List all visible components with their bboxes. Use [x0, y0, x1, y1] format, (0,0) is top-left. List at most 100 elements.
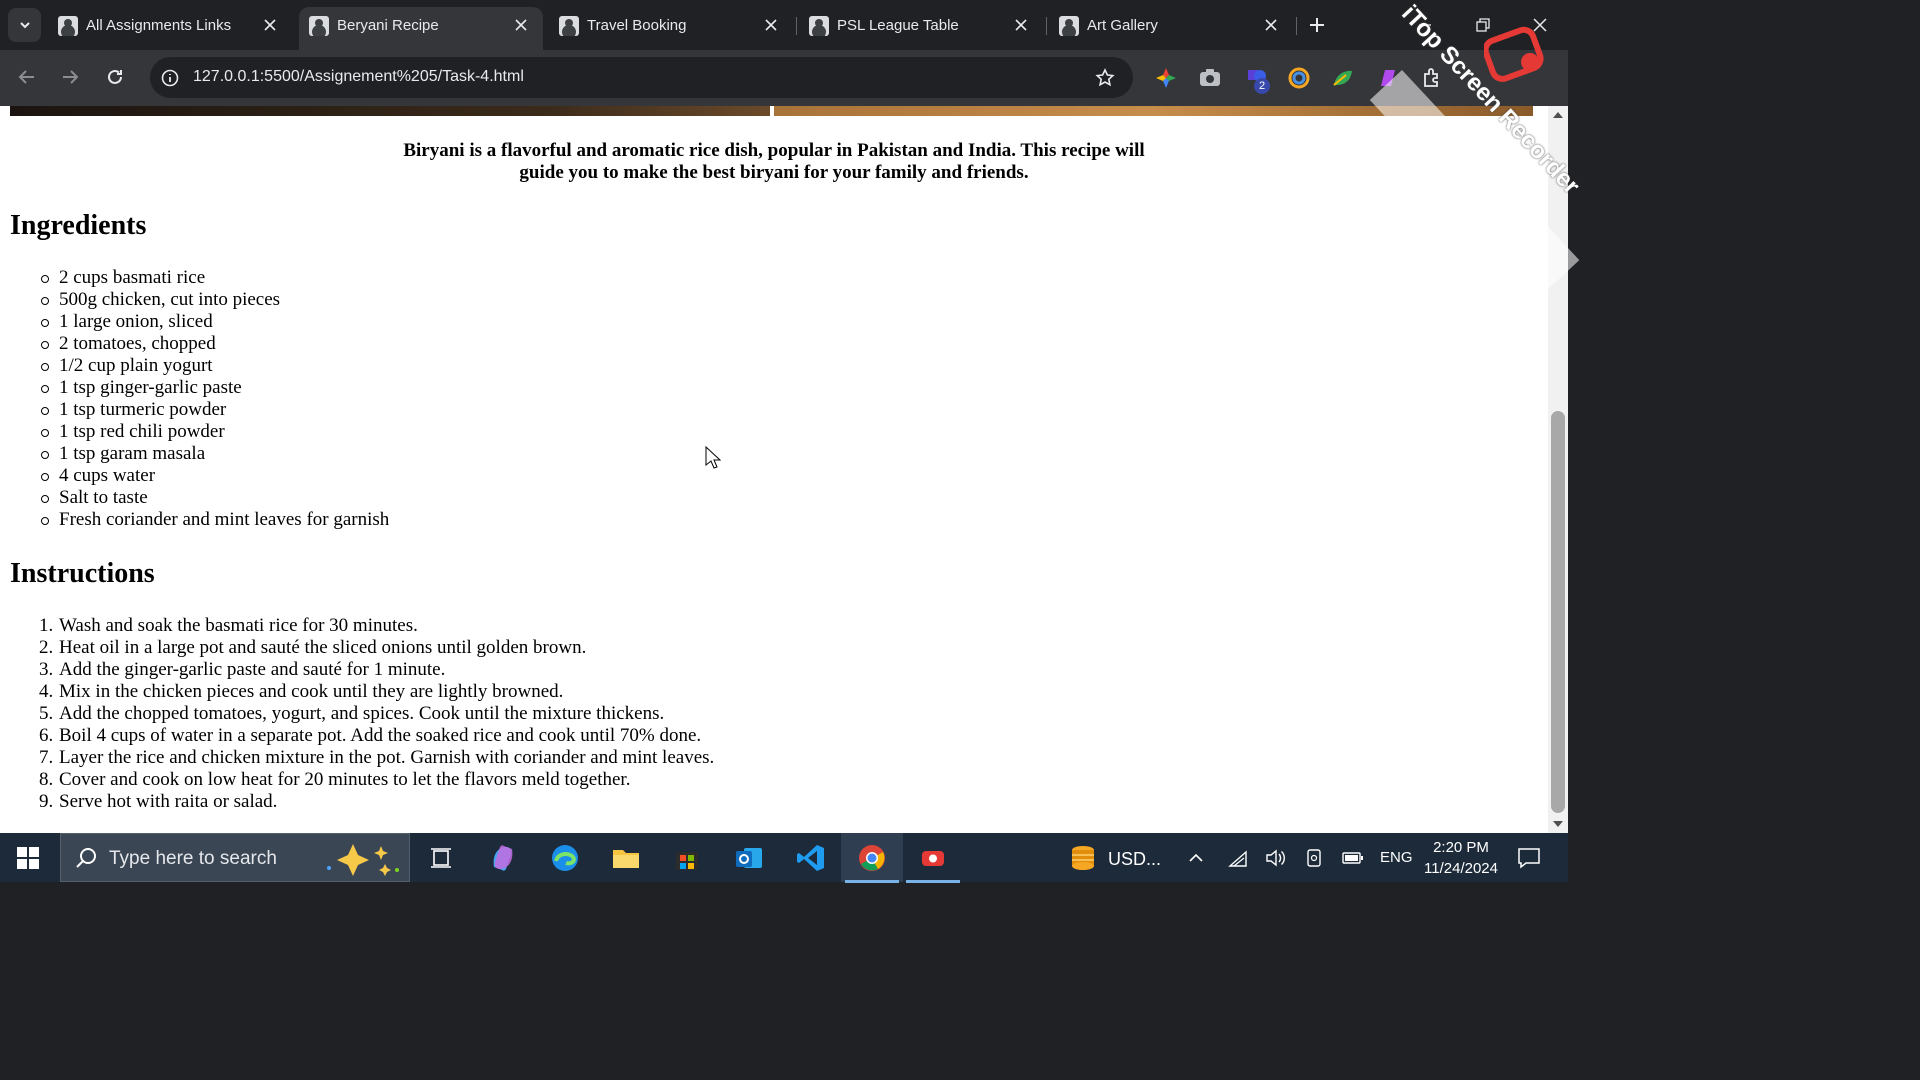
copilot-icon — [493, 845, 513, 871]
reload-icon — [108, 69, 122, 84]
tab-title: Travel Booking — [587, 17, 687, 34]
show-hidden-icons-button[interactable] — [1184, 846, 1208, 870]
ingredient-item: 2 cups basmati rice — [40, 267, 389, 289]
ingredient-item: Salt to taste — [40, 487, 389, 509]
info-icon[interactable] — [158, 66, 182, 90]
intro-paragraph: Biryani is a flavorful and aromatic rice… — [403, 140, 1145, 183]
notification-center-icon[interactable] — [1516, 845, 1542, 871]
outlook-app[interactable] — [732, 841, 766, 875]
vertical-scrollbar[interactable] — [1548, 106, 1568, 833]
camera-extension-icon[interactable] — [1198, 66, 1222, 90]
step-number: 4. — [39, 681, 54, 702]
language-indicator[interactable]: ENG — [1380, 849, 1413, 866]
volume-icon — [1266, 849, 1285, 867]
ingredient-item: 1/2 cup plain yogurt — [40, 355, 389, 377]
screen-recorder-app[interactable] — [906, 841, 960, 883]
outlook-icon — [736, 848, 762, 868]
arrow-right-icon — [63, 70, 79, 84]
volume-tray-button[interactable] — [1263, 846, 1287, 870]
close-tab-icon[interactable] — [1009, 13, 1033, 37]
biryani-image-right — [774, 106, 1533, 116]
back-button[interactable] — [12, 62, 42, 92]
network-tray-button[interactable] — [1226, 846, 1250, 870]
weather-widget[interactable]: USD... — [1066, 841, 1166, 875]
chevron-up-icon — [1189, 853, 1203, 862]
task-view-button[interactable] — [424, 841, 458, 875]
coins-icon — [1072, 846, 1094, 870]
instruction-step: 2. Heat oil in a large pot and sauté the … — [39, 637, 714, 659]
new-tab-button[interactable] — [1304, 12, 1330, 38]
instruction-step: 3. Add the ginger-garlic paste and sauté … — [39, 659, 714, 681]
leaf-extension-icon[interactable] — [1331, 66, 1355, 90]
step-number: 2. — [39, 637, 54, 658]
vscode-app[interactable] — [794, 841, 828, 875]
edge-app[interactable] — [548, 841, 582, 875]
clock[interactable]: 2:20 PM 11/24/2024 — [1416, 837, 1506, 879]
ingredient-item: 2 tomatoes, chopped — [40, 333, 389, 355]
address-bar[interactable]: 127.0.0.1:5500/Assignement%205/Task-4.ht… — [150, 57, 1133, 98]
ingredient-item: 1 large onion, sliced — [40, 311, 389, 333]
instruction-step: 6. Boil 4 cups of water in a separate pot… — [39, 725, 714, 747]
meet-now-tray-button[interactable] — [1302, 846, 1326, 870]
battery-tray-button[interactable] — [1341, 846, 1365, 870]
restore-icon — [1476, 18, 1490, 32]
tab-strip: All Assignments Links Beryani Recipe Tra… — [0, 0, 1568, 50]
favicon-icon — [559, 16, 579, 36]
instruction-step: 1. Wash and soak the basmati rice for 30 … — [39, 615, 714, 637]
edge-icon — [552, 845, 578, 871]
step-text: Add the chopped tomatoes, yogurt, and sp… — [59, 703, 665, 724]
copilot-app[interactable] — [486, 841, 520, 875]
chrome-icon — [859, 845, 885, 871]
bookmark-star-icon[interactable] — [1093, 66, 1117, 90]
instructions-heading: Instructions — [10, 558, 155, 589]
step-number: 1. — [39, 615, 54, 636]
plus-icon — [1310, 18, 1324, 32]
scroll-down-arrow-icon[interactable] — [1553, 821, 1563, 827]
puzzle-extensions-icon[interactable] — [1420, 66, 1444, 90]
restore-button[interactable] — [1470, 12, 1496, 38]
tab-travel-booking[interactable]: Travel Booking — [549, 7, 793, 50]
close-window-button[interactable] — [1527, 12, 1553, 38]
ingredient-item: 1 tsp red chili powder — [40, 421, 389, 443]
step-text: Cover and cook on low heat for 20 minute… — [59, 769, 631, 790]
close-tab-icon[interactable] — [258, 13, 282, 37]
store-icon — [676, 852, 698, 870]
ingredient-item: 1 tsp turmeric powder — [40, 399, 389, 421]
instruction-step: 7. Layer the rice and chicken mixture in … — [39, 747, 714, 769]
favicon-icon — [309, 16, 329, 36]
device-icon — [1307, 849, 1321, 867]
step-number: 5. — [39, 703, 54, 724]
step-number: 3. — [39, 659, 54, 680]
color-picker-extension-icon[interactable] — [1154, 66, 1178, 90]
scroll-up-arrow-icon[interactable] — [1553, 112, 1563, 118]
close-tab-icon[interactable] — [759, 13, 783, 37]
step-text: Heat oil in a large pot and sauté the sl… — [59, 637, 587, 658]
minimize-button[interactable] — [1412, 12, 1438, 38]
taskbar-search-box[interactable]: Type here to search — [60, 833, 410, 882]
chevron-down-icon — [19, 22, 30, 29]
tab-art-gallery[interactable]: Art Gallery — [1049, 7, 1293, 50]
chrome-app[interactable] — [845, 841, 899, 883]
file-explorer-app[interactable] — [609, 841, 643, 875]
gradient-extension-icon[interactable] — [1375, 66, 1399, 90]
tab-beryani-recipe[interactable]: Beryani Recipe — [299, 7, 543, 50]
step-text: Mix in the chicken pieces and cook until… — [59, 681, 564, 702]
tab-psl-league-table[interactable]: PSL League Table — [799, 7, 1043, 50]
windows-logo-icon — [17, 847, 39, 869]
url-text[interactable]: 127.0.0.1:5500/Assignement%205/Task-4.ht… — [193, 68, 524, 86]
ring-extension-icon[interactable] — [1287, 66, 1311, 90]
tab-all-assignments[interactable]: All Assignments Links — [48, 7, 292, 50]
scroll-thumb[interactable] — [1551, 411, 1565, 813]
forward-button[interactable] — [55, 62, 85, 92]
close-tab-icon[interactable] — [509, 13, 533, 37]
close-tab-icon[interactable] — [1259, 13, 1283, 37]
extension-count-badge: 2 — [1254, 78, 1270, 94]
microsoft-store-app[interactable] — [670, 841, 704, 875]
tab-search-button[interactable] — [8, 8, 41, 42]
reload-button[interactable] — [100, 62, 130, 92]
start-button[interactable] — [10, 843, 46, 873]
step-number: 8. — [39, 769, 54, 790]
ingredient-item: Fresh coriander and mint leaves for garn… — [40, 509, 390, 530]
tab-separator — [796, 17, 797, 35]
instruction-step: 9. Serve hot with raita or salad. — [39, 791, 714, 813]
